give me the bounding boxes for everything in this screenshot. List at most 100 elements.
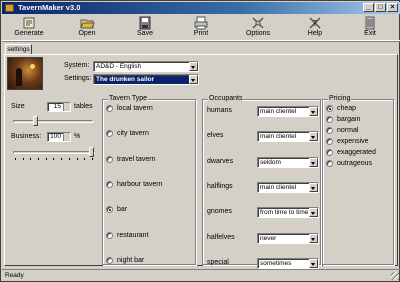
exit-button[interactable]: Exit	[347, 16, 393, 40]
save-disk-icon	[139, 16, 151, 30]
print-button[interactable]: Print	[178, 16, 224, 40]
pricing-option-exaggerated[interactable]: exaggerated	[326, 149, 376, 156]
settings-select[interactable]: The drunken sailor	[93, 74, 199, 85]
chevron-down-icon	[309, 208, 318, 218]
generate-button[interactable]: Generate	[6, 16, 52, 40]
occupant-frequency-value: main clientel	[260, 133, 297, 141]
pricing-group: Pricing cheap bargain normal expensive exagg…	[322, 95, 394, 265]
svg-text:?: ?	[313, 19, 317, 28]
chevron-down-icon	[189, 62, 198, 71]
resize-grip[interactable]	[391, 272, 399, 280]
save-button[interactable]: Save	[122, 16, 168, 40]
tavern-type-option-travel-tavern[interactable]: travel tavern	[106, 155, 156, 163]
pricing-option-label: expensive	[337, 138, 369, 145]
occupant-frequency-select-halflings[interactable]: main clientel	[257, 181, 319, 193]
occupant-frequency-value: seldom	[260, 158, 281, 166]
tavern-type-option-label: local tavern	[117, 105, 153, 112]
pricing-option-cheap[interactable]: cheap	[326, 105, 356, 112]
tavern-type-option-label: bar	[117, 206, 128, 214]
pricing-option-outrageous[interactable]: outrageous	[326, 160, 372, 167]
pricing-option-label: normal	[337, 127, 359, 134]
tavern-type-radio[interactable]	[106, 206, 113, 214]
chevron-down-icon	[309, 182, 318, 192]
generate-label: Generate	[14, 30, 44, 37]
pricing-radio[interactable]	[326, 138, 333, 145]
tavern-type-radio[interactable]	[106, 180, 113, 188]
size-slider-thumb[interactable]	[33, 116, 38, 126]
tavern-type-option-night-bar[interactable]: night bar	[106, 256, 144, 264]
save-label: Save	[137, 30, 153, 37]
occupant-race-label: halfelves	[207, 233, 235, 241]
tavern-type-radio[interactable]	[106, 130, 113, 138]
pricing-radio[interactable]	[326, 160, 333, 167]
size-value: 15	[53, 103, 61, 110]
business-slider[interactable]	[13, 146, 95, 160]
size-slider[interactable]	[13, 115, 93, 129]
occupant-frequency-value: main clientel	[260, 183, 297, 191]
print-label: Print	[193, 30, 209, 37]
open-folder-icon	[80, 19, 95, 29]
occupant-race-label: humans	[207, 107, 232, 114]
occupant-frequency-select-special[interactable]: sometimes	[257, 257, 319, 269]
business-label: Business:	[11, 133, 42, 140]
tavern-type-option-label: harbour tavern	[117, 180, 163, 188]
pricing-option-label: cheap	[337, 105, 357, 112]
occupants-title: Occupants	[208, 95, 244, 103]
occupant-frequency-value: from time to time	[260, 209, 309, 217]
pricing-radio[interactable]	[326, 127, 333, 134]
options-icon	[252, 17, 264, 29]
occupant-frequency-select-elves[interactable]: main clientel	[257, 131, 319, 143]
tavern-type-option-harbour-tavern[interactable]: harbour tavern	[106, 180, 163, 188]
settings-label: Settings:	[64, 75, 92, 82]
tavern-type-option-label: city tavern	[117, 130, 149, 138]
chevron-down-icon	[309, 233, 318, 243]
business-spinner[interactable]: 100	[47, 132, 71, 142]
tavern-type-option-local-tavern[interactable]: local tavern	[106, 105, 153, 112]
tavern-type-option-bar[interactable]: bar	[106, 206, 128, 214]
spin-arrows-icon	[63, 103, 70, 111]
business-slider-thumb[interactable]	[89, 147, 94, 157]
chevron-down-icon	[309, 107, 318, 116]
tavern-type-radio[interactable]	[106, 105, 113, 112]
minimize-button[interactable]: _	[363, 3, 374, 12]
options-button[interactable]: Options	[235, 16, 281, 40]
occupant-frequency-select-humans[interactable]: main clientel	[257, 106, 319, 117]
status-text: Ready	[5, 272, 24, 279]
title-bar: TavernMaker v3.0 _ □ ×	[2, 2, 400, 14]
tavern-type-option-label: restaurant	[117, 231, 149, 239]
size-spinner[interactable]: 15	[47, 102, 71, 112]
occupant-frequency-select-halfelves[interactable]: never	[257, 232, 319, 244]
maximize-button[interactable]: □	[375, 3, 386, 12]
size-label: Size	[11, 103, 25, 110]
printer-icon	[194, 16, 208, 30]
occupant-frequency-select-gnomes[interactable]: from time to time	[257, 207, 319, 219]
scroll-icon	[23, 17, 35, 29]
system-value: AD&D - English	[96, 63, 142, 70]
system-select[interactable]: AD&D - English	[93, 61, 199, 72]
pricing-radio[interactable]	[326, 149, 333, 156]
help-label: Help	[307, 30, 323, 37]
options-label: Options	[245, 30, 271, 37]
tavern-type-radio[interactable]	[106, 256, 113, 264]
help-button[interactable]: ? Help	[292, 16, 338, 40]
pricing-option-label: outrageous	[337, 160, 373, 167]
pricing-radio[interactable]	[326, 105, 333, 112]
tavern-type-radio[interactable]	[106, 231, 113, 239]
pricing-radio[interactable]	[326, 116, 333, 123]
occupant-frequency-select-dwarves[interactable]: seldom	[257, 156, 319, 168]
occupant-race-label: gnomes	[207, 208, 232, 216]
tavern-type-radio[interactable]	[106, 155, 113, 163]
pricing-option-bargain[interactable]: bargain	[326, 116, 360, 123]
pricing-option-expensive[interactable]: expensive	[326, 138, 369, 145]
occupant-frequency-value: main clientel	[260, 108, 297, 115]
close-button[interactable]: ×	[387, 3, 398, 12]
pricing-option-normal[interactable]: normal	[326, 127, 358, 134]
chevron-down-icon	[189, 75, 198, 84]
size-unit: tables	[74, 103, 93, 110]
occupant-race-label: dwarves	[207, 157, 234, 165]
pricing-option-label: exaggerated	[337, 149, 376, 156]
business-unit: %	[74, 133, 81, 140]
open-button[interactable]: Open	[64, 16, 110, 40]
tavern-type-option-restaurant[interactable]: restaurant	[106, 231, 149, 239]
tavern-type-option-city-tavern[interactable]: city tavern	[106, 130, 149, 138]
